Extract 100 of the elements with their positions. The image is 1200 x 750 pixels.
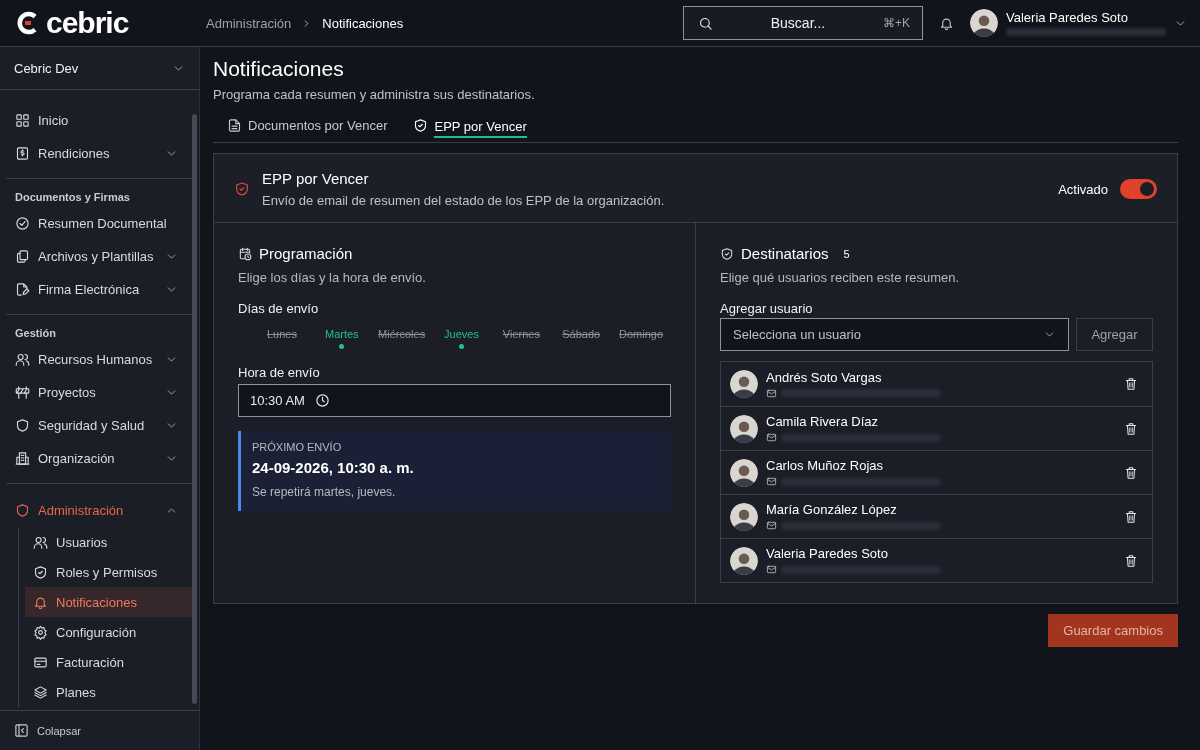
trash-icon	[1124, 553, 1138, 568]
search-field[interactable]: Buscar... ⌘+K	[683, 6, 923, 40]
mail-icon	[766, 387, 777, 399]
avatar	[730, 546, 758, 575]
user-name: Valeria Paredes Soto	[1006, 10, 1129, 25]
card-description: Envío de email de resumen del estado de los EPP de la organización.	[262, 193, 665, 208]
shield-icon	[15, 503, 30, 518]
page-subtitle: Programa cada resumen y administra sus destinatarios.	[213, 87, 536, 102]
nav-item[interactable]: Inicio	[0, 104, 192, 137]
nav-item[interactable]: Firma Electrónica	[6, 273, 192, 306]
avatar	[730, 370, 758, 398]
day-toggle[interactable]: Lunes	[252, 328, 312, 349]
receipt-icon	[15, 146, 30, 161]
day-toggle[interactable]: Martes	[311, 328, 372, 349]
delete-button[interactable]	[1124, 421, 1138, 436]
count-label: 5	[843, 247, 850, 260]
building-icon	[15, 451, 30, 466]
shield-check-icon	[413, 118, 429, 133]
recipient-name: Andrés Soto Vargas	[766, 369, 883, 385]
avatar	[730, 502, 758, 531]
scrollbar[interactable]	[192, 114, 197, 704]
field-label: Días de envío	[238, 301, 320, 316]
recipient-name: Camila Rivera Díaz	[766, 414, 879, 429]
toggle-switch[interactable]	[1120, 179, 1157, 199]
workspace-selector[interactable]: Cebric Dev	[0, 47, 199, 90]
recipient-name: Carlos Muñoz Rojas	[766, 458, 885, 473]
breadcrumb-item[interactable]: Administración	[206, 15, 292, 31]
add-button[interactable]: Agregar	[1076, 318, 1153, 351]
mail-icon	[766, 564, 777, 575]
user-select[interactable]: Selecciona un usuario	[720, 318, 1069, 351]
breadcrumb-item: Notificaciones	[322, 15, 404, 31]
shield-icon	[15, 418, 30, 433]
card-title: EPP por Vencer	[262, 170, 370, 187]
delete-button[interactable]	[1124, 465, 1138, 480]
nav-item[interactable]: Resumen Documental	[6, 207, 192, 240]
day-toggle[interactable]: Sábado	[551, 328, 612, 349]
nav-item[interactable]: Seguridad y Salud	[6, 409, 192, 442]
nav-item[interactable]: Notificaciones	[25, 587, 192, 617]
trash-icon	[1124, 377, 1138, 391]
section-heading: Documentos y Firmas	[14, 190, 131, 205]
delete-button[interactable]	[1124, 509, 1138, 524]
bell-icon	[33, 594, 48, 610]
files-icon	[15, 249, 30, 264]
nav-item[interactable]: Archivos y Plantillas	[6, 240, 192, 273]
avatar	[730, 414, 758, 443]
recipient-name: María González López	[766, 502, 898, 517]
check-circle-icon	[15, 216, 30, 231]
delete-button[interactable]	[1124, 553, 1138, 568]
collapse-button[interactable]: Colapsar	[0, 710, 199, 750]
trash-icon	[1124, 509, 1138, 524]
section-subtitle: Elige los días y la hora de envío.	[238, 270, 427, 285]
day-toggle[interactable]: Viernes	[491, 328, 552, 349]
mail-icon	[766, 432, 777, 443]
save-button[interactable]: Guardar cambios	[1048, 614, 1178, 647]
shield-check-icon	[33, 564, 48, 580]
tab[interactable]: Documentos por Vencer	[227, 118, 388, 142]
day-toggle[interactable]: Jueves	[431, 328, 492, 349]
users-icon	[15, 352, 30, 367]
signature-icon	[15, 282, 30, 297]
page-title: Notificaciones	[213, 57, 345, 81]
document-icon	[227, 118, 242, 133]
next-send-date: 24-09-2026, 10:30 a. m.	[252, 459, 415, 476]
section-subtitle: Elige qué usuarios reciben este resumen.	[720, 270, 961, 285]
nav-item[interactable]: Rendiciones	[0, 137, 192, 170]
nav-item[interactable]: Roles y Permisos	[25, 557, 192, 587]
clock-icon	[314, 393, 330, 408]
nav-item[interactable]: Proyectos	[6, 376, 192, 409]
time-field[interactable]: 10:30 AM	[238, 384, 671, 417]
layers-icon	[33, 684, 48, 700]
nav-item[interactable]: Administración	[6, 494, 192, 527]
panel-label: PRÓXIMO ENVÍO	[252, 441, 343, 453]
grid-icon	[15, 113, 30, 128]
trash-icon	[1124, 465, 1138, 480]
settings-icon	[33, 624, 48, 640]
nav-item[interactable]: Planes	[25, 677, 192, 707]
shield-check-icon	[234, 181, 250, 197]
search-icon	[698, 15, 713, 31]
logo-text: cebric	[46, 8, 129, 38]
tab[interactable]: EPP por Vencer	[413, 118, 527, 142]
day-toggle[interactable]: Domingo	[611, 328, 671, 349]
nav-item[interactable]: Recursos Humanos	[6, 343, 192, 376]
field-label: Agregar usuario	[720, 301, 814, 316]
barrier-icon	[15, 385, 30, 400]
day-toggle[interactable]: Miércoles	[371, 328, 432, 349]
nav-item[interactable]: Organización	[6, 442, 192, 475]
nav-item[interactable]: Configuración	[25, 617, 192, 647]
shield-check-icon	[720, 246, 734, 261]
repeat-note: Se repetirá martes, jueves.	[252, 485, 397, 499]
section-title: Destinatarios	[741, 245, 829, 262]
calendar-clock-icon	[238, 246, 252, 261]
collapse-icon	[14, 723, 29, 738]
nav-item[interactable]: Usuarios	[25, 527, 192, 557]
shortcut-hint: ⌘+K	[883, 16, 910, 30]
section-title: Programación	[259, 245, 353, 262]
delete-button[interactable]	[1124, 377, 1138, 391]
recipient-name: Valeria Paredes Soto	[766, 546, 889, 561]
nav-item[interactable]: Facturación	[25, 647, 192, 677]
trash-icon	[1124, 421, 1138, 436]
mail-icon	[766, 520, 777, 531]
mail-icon	[766, 476, 777, 487]
